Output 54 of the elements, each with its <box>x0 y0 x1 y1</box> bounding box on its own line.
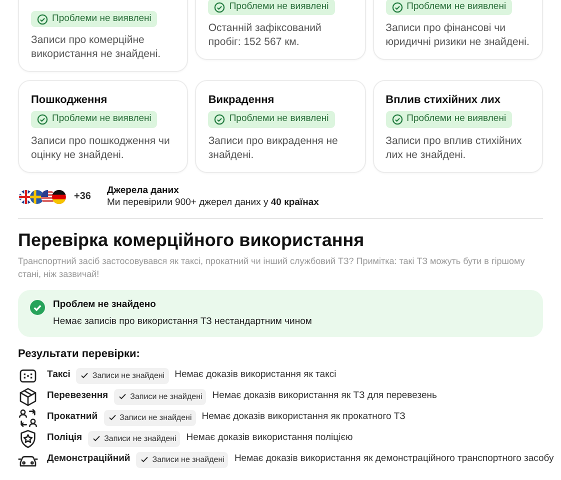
check-circle-icon <box>37 114 48 125</box>
card-text: Записи про вплив стихійних лих не знайдені. <box>386 134 523 162</box>
status-badge: Проблеми не виявлені <box>31 111 158 128</box>
check-icon <box>92 434 102 443</box>
box-icon <box>18 386 38 406</box>
check-icon <box>140 455 150 464</box>
card-title: Викрадення <box>208 93 276 108</box>
result-badge: Записи не знайдені <box>114 388 206 404</box>
result-text: Немає доказів використання поліцією <box>186 431 353 446</box>
check-circle-icon <box>214 2 226 13</box>
result-badge: Записи не знайдені <box>136 452 228 468</box>
check-icon <box>118 392 128 401</box>
card-text: Записи про викрадення не знайдені. <box>208 134 339 162</box>
card-title: Пошкодження <box>31 93 108 108</box>
result-label: Таксі <box>47 368 70 382</box>
status-badge: Проблеми не виявлені <box>386 0 512 16</box>
check-circle-icon <box>37 14 48 25</box>
result-text: Немає доказів використання як демонстраційного транспортного засобу <box>234 452 554 466</box>
check-circle-icon <box>392 114 403 125</box>
result-badge: Записи не знайдені <box>76 368 169 384</box>
card-title: Вплив стихійних лих <box>386 93 502 108</box>
sources-text: Ми перевірили 900+ джерел даних у 40 країнах <box>106 196 319 208</box>
section-subtitle: Транспортний засіб застосовувався як таксі, прокатний чи інший службовий ТЗ? Примітка: такі ТЗ можуть бути в гіршому стані, ніж зазвичай! <box>18 254 526 280</box>
card-text: Записи про комерційне використання не знайдені. <box>31 33 162 62</box>
country-flags-icon <box>18 188 68 204</box>
check-circle-icon <box>30 300 45 314</box>
section-title: Перевірка комерційного використання <box>18 228 366 252</box>
result-label: Демонстраційний <box>47 452 130 466</box>
sources-title: Джерела даних <box>106 184 180 196</box>
alert-text: Немає записів про використання ТЗ нестандартним чином <box>53 314 312 329</box>
result-badge: Записи не знайдені <box>104 410 196 426</box>
card-text: Записи про фінансові чи юридичні ризики не знайдені. <box>386 21 530 50</box>
status-badge: Проблеми не виявлені <box>208 111 335 128</box>
check-icon <box>80 371 90 380</box>
people-swap-icon <box>18 408 38 428</box>
check-circle-icon <box>214 114 226 125</box>
result-label: Перевезення <box>47 389 108 404</box>
result-text: Немає доказів використання як прокатного ТЗ <box>202 410 406 424</box>
status-badge: Проблеми не виявлені <box>31 11 158 28</box>
result-badge: Записи не знайдені <box>88 430 180 446</box>
status-badge: Проблеми не виявлені <box>208 0 335 16</box>
card-text: Записи про пошкодження чи оцінку не знайдені. <box>31 134 171 162</box>
status-badge: Проблеми не виявлені <box>386 111 512 128</box>
result-label: Поліція <box>47 431 82 446</box>
result-text: Немає доказів використання як таксі <box>174 368 336 382</box>
results-title: Результати перевірки: <box>18 347 141 362</box>
check-circle-icon <box>392 2 403 13</box>
result-text: Немає доказів використання як ТЗ для перевезень <box>212 389 437 404</box>
more-countries-count: +36 <box>74 190 91 204</box>
alert-title: Проблем не знайдено <box>53 298 157 312</box>
result-label: Прокатний <box>47 410 98 424</box>
shield-star-icon <box>18 428 38 448</box>
check-icon <box>108 413 117 422</box>
card-text: Останній зафіксований пробіг: 152 567 км. <box>208 21 322 50</box>
